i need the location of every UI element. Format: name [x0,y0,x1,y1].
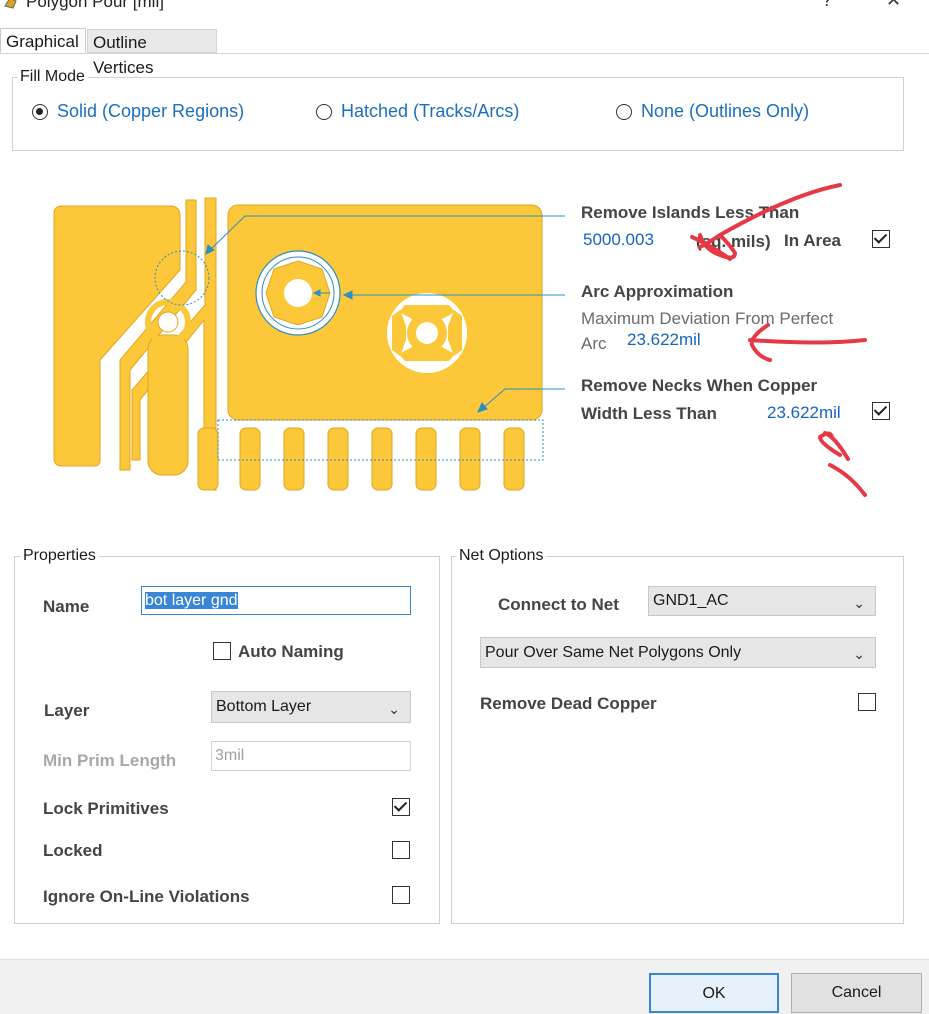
name-input[interactable]: bot layer gnd [141,586,411,615]
remove-dead-copper-label: Remove Dead Copper [480,694,657,713]
lock-primitives-checkbox[interactable] [392,798,410,816]
layer-dropdown[interactable]: Bottom Layer ⌄ [211,691,411,723]
lock-primitives-label: Lock Primitives [43,799,169,818]
title-bar: Polygon Pour [mil] ? ✕ [0,0,929,14]
radio-solid-label[interactable]: Solid (Copper Regions) [57,101,244,122]
pour-over-value: Pour Over Same Net Polygons Only [485,644,742,661]
min-prim-value: 3mil [215,747,245,764]
radio-none-label[interactable]: None (Outlines Only) [641,101,809,122]
polygon-pour-icon [4,0,17,9]
window-title: Polygon Pour [mil] [26,0,164,11]
remove-dead-copper-checkbox[interactable] [858,693,876,711]
radio-solid[interactable] [32,104,48,120]
tab-divider [0,53,929,54]
net-options-legend: Net Options [456,547,547,565]
close-icon[interactable]: ✕ [886,0,901,11]
arrow-necks [818,431,867,497]
connect-to-net-dropdown[interactable]: GND1_AC ⌄ [648,586,876,616]
locked-checkbox[interactable] [392,841,410,859]
remove-islands-value[interactable]: 5000.003 [583,230,654,250]
auto-naming-checkbox[interactable] [213,642,231,660]
radio-hatched[interactable] [316,104,332,120]
tab-graphical[interactable]: Graphical [0,28,86,53]
radio-none[interactable] [616,104,632,120]
tab-strip: Graphical Outline Vertices [0,28,929,77]
auto-naming-label[interactable]: Auto Naming [238,642,344,662]
name-input-value: bot layer gnd [145,592,238,609]
thermal-relief [387,293,467,373]
cancel-button[interactable]: Cancel [791,973,922,1013]
connect-to-net-label: Connect to Net [498,595,619,614]
chevron-down-icon: ⌄ [388,701,400,717]
radio-hatched-label[interactable]: Hatched (Tracks/Arcs) [341,101,519,122]
connect-to-net-value: GND1_AC [653,592,729,609]
fill-mode-legend: Fill Mode [17,68,88,86]
min-prim-input: 3mil [211,741,411,771]
layer-label: Layer [44,701,90,720]
pour-over-dropdown[interactable]: Pour Over Same Net Polygons Only ⌄ [480,637,876,668]
locked-label: Locked [43,841,103,860]
dialog-footer [0,959,929,1014]
red-annotation-arrows [690,183,867,497]
arc-approx-desc2: Arc [581,334,607,353]
min-prim-label: Min Prim Length [43,751,177,770]
ok-button[interactable]: OK [649,973,779,1013]
layer-dropdown-value: Bottom Layer [216,698,312,715]
tab-outline-vertices[interactable]: Outline Vertices [87,29,217,77]
chevron-down-icon: ⌄ [853,646,865,662]
ignore-violations-label: Ignore On-Line Violations [43,887,250,906]
ignore-violations-checkbox[interactable] [392,886,410,904]
help-icon[interactable]: ? [822,0,832,11]
arrow-arc [748,323,867,362]
name-label: Name [43,597,90,616]
copper-pad-small [147,334,189,476]
properties-legend: Properties [20,547,99,565]
arrow-islands [698,183,842,260]
chevron-down-icon: ⌄ [853,595,865,611]
